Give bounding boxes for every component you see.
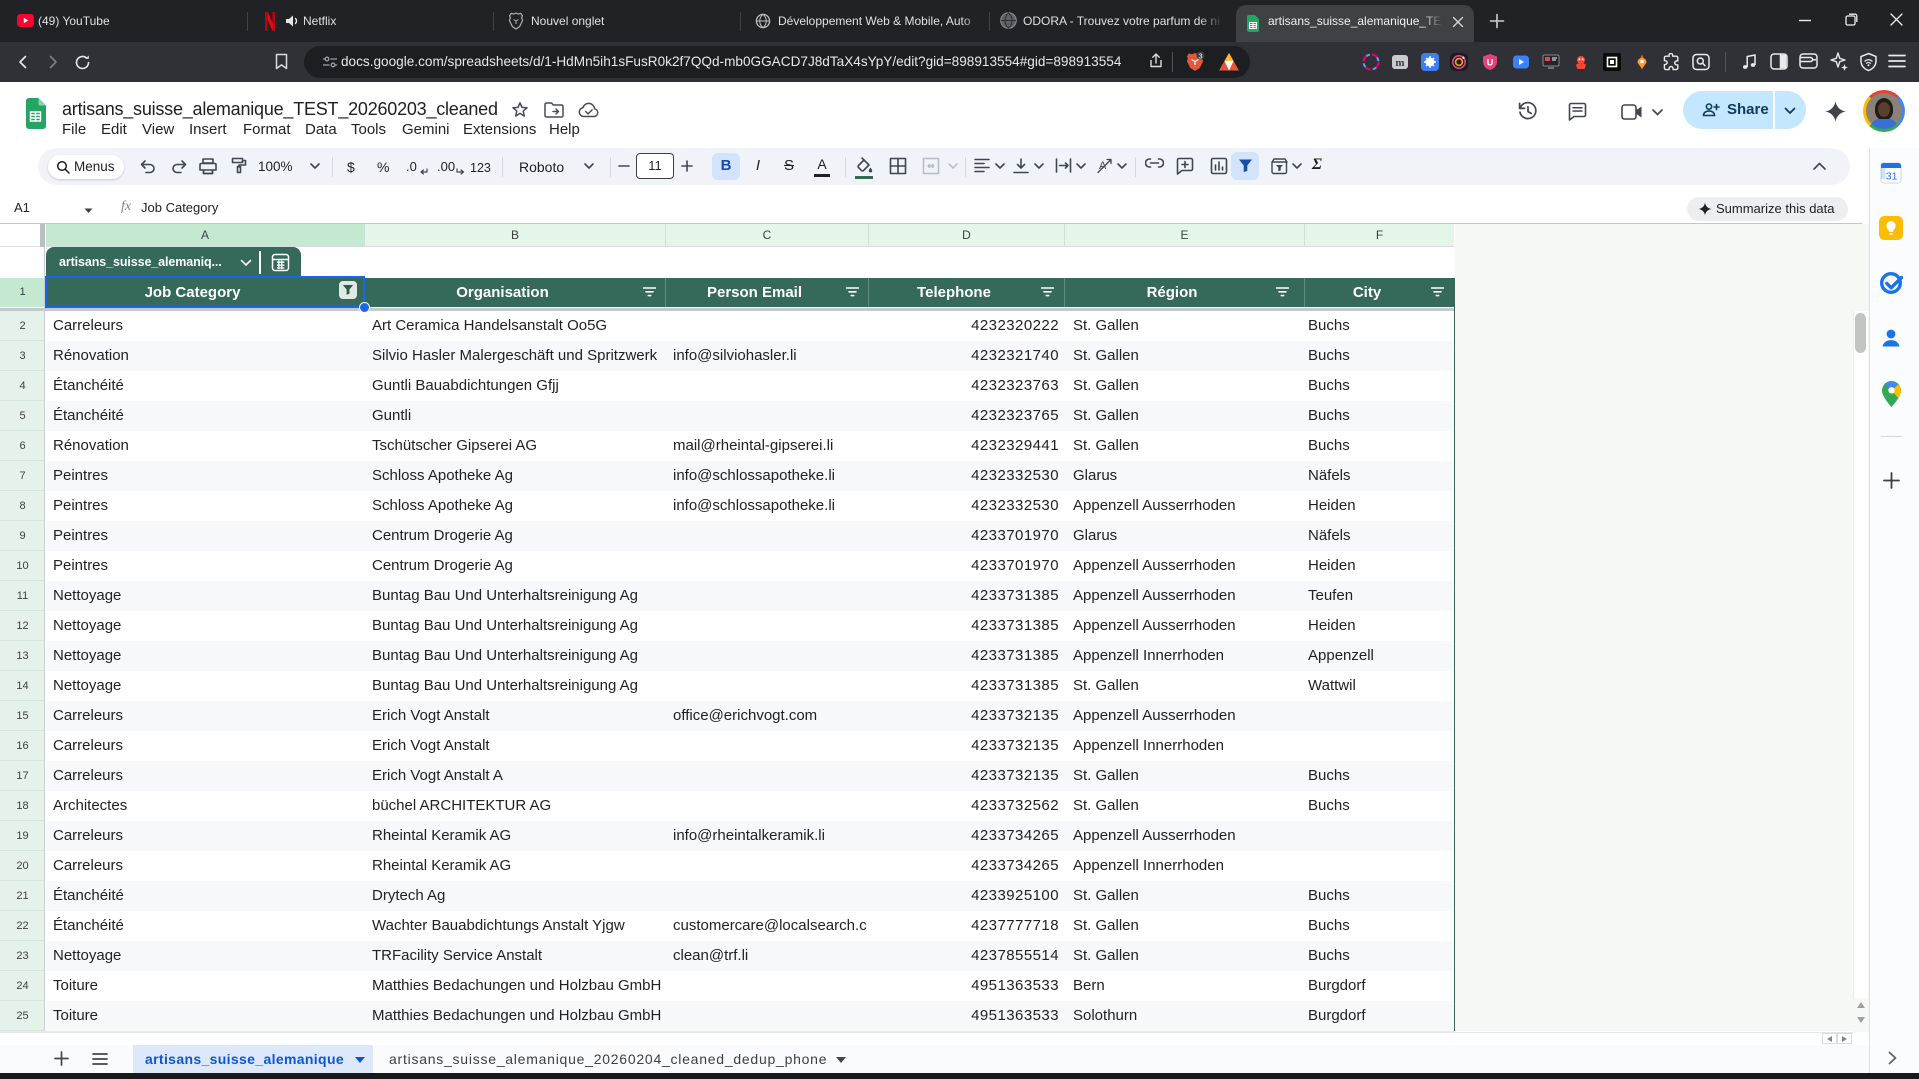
svg-text:U: U	[1487, 58, 1494, 68]
svg-text:3: 3	[1198, 51, 1202, 60]
svg-text:31: 31	[1886, 171, 1898, 183]
svg-text:m: m	[1395, 57, 1404, 69]
